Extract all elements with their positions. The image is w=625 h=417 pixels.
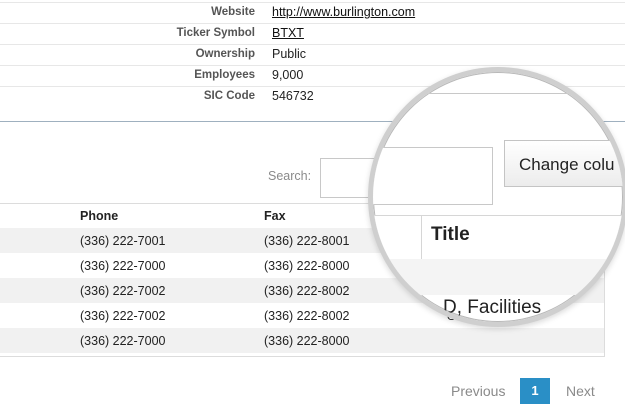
column-header-phone[interactable]: Phone	[80, 209, 118, 223]
phone-cell: (336) 222-7002	[80, 309, 166, 323]
website-label: Website	[211, 6, 255, 18]
detail-row-website: Website http://www.burlington.com	[0, 2, 625, 24]
ownership-label: Ownership	[195, 48, 255, 60]
column-header-fax[interactable]: Fax	[264, 209, 286, 223]
previous-page-button[interactable]: Previous	[451, 383, 505, 399]
page-1-button[interactable]: 1	[520, 378, 550, 404]
fax-cell: (336) 222-8002	[264, 309, 350, 323]
magnified-search-input	[373, 147, 493, 205]
table-row[interactable]: (336) 222-7000 (336) 222-8000	[0, 328, 604, 353]
sic-value: 546732	[272, 89, 314, 103]
magnified-header-band	[373, 215, 623, 260]
employees-label: Employees	[194, 69, 255, 81]
ticker-label: Ticker Symbol	[176, 27, 255, 39]
magnified-view: Change colu Title D, Facilities	[373, 72, 623, 322]
phone-cell: (336) 222-7000	[80, 259, 166, 273]
fax-cell: (336) 222-8002	[264, 284, 350, 298]
phone-cell: (336) 222-7000	[80, 334, 166, 348]
magnified-rule	[405, 93, 623, 94]
fax-cell: (336) 222-8000	[264, 259, 350, 273]
magnified-row	[373, 259, 623, 295]
ticker-link[interactable]: BTXT	[272, 26, 304, 40]
column-header-title[interactable]: Title	[431, 224, 470, 246]
next-page-button[interactable]: Next	[566, 383, 595, 399]
sic-label: SIC Code	[203, 90, 255, 102]
search-label: Search:	[268, 169, 312, 183]
pagination: Previous 1 Next	[0, 378, 625, 408]
employees-value: 9,000	[272, 68, 304, 82]
website-link[interactable]: http://www.burlington.com	[272, 5, 415, 19]
detail-row-ownership: Ownership Public	[0, 44, 625, 66]
magnifier-lens: Change colu Title D, Facilities	[368, 67, 625, 327]
magnified-title-cell: D, Facilities	[443, 297, 542, 318]
ownership-value: Public	[272, 47, 307, 61]
change-columns-button[interactable]: Change colu	[504, 140, 623, 187]
fax-cell: (336) 222-8001	[264, 234, 350, 248]
detail-row-ticker: Ticker Symbol BTXT	[0, 23, 625, 45]
phone-cell: (336) 222-7001	[80, 234, 166, 248]
phone-cell: (336) 222-7002	[80, 284, 166, 298]
change-columns-label: Change colu	[519, 155, 615, 174]
fax-cell: (336) 222-8000	[264, 334, 350, 348]
